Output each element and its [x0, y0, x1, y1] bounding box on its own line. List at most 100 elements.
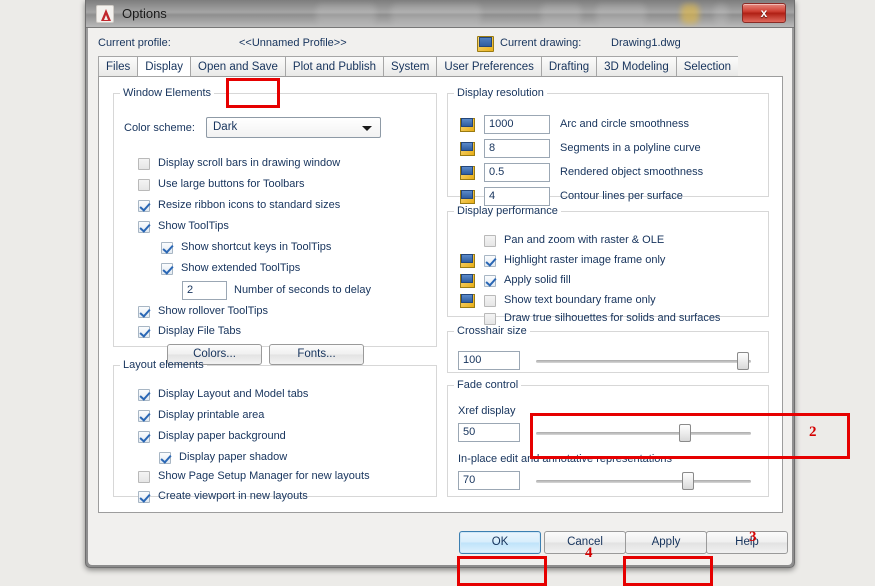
checkbox-show-page-setup-manager[interactable] [138, 471, 150, 483]
slider-thumb[interactable] [679, 424, 691, 442]
label-arc-circle-smoothness: Arc and circle smoothness [560, 118, 689, 130]
slider-thumb[interactable] [682, 472, 694, 490]
crosshair-size-legend: Crosshair size [457, 325, 527, 337]
label-polyline-segments: Segments in a polyline curve [560, 142, 701, 154]
inplace-edit-slider[interactable] [536, 472, 751, 490]
dialog-client-area: Current profile: <<Unnamed Profile>> Cur… [88, 28, 850, 586]
drawing-file-icon [460, 118, 475, 132]
checkbox-show-tooltips[interactable] [138, 221, 150, 233]
checkbox-highlight-raster-frame[interactable] [484, 255, 496, 267]
drawing-file-icon [460, 274, 475, 288]
contour-lines-input[interactable]: 4 [484, 187, 550, 206]
checkbox-use-large-buttons[interactable] [138, 179, 150, 191]
annotation-4: 4 [585, 545, 593, 561]
crosshair-size-group: Crosshair size 100 [447, 325, 769, 373]
checkbox-display-layout-model-tabs[interactable] [138, 389, 150, 401]
seconds-delay-input[interactable]: 2 [182, 281, 227, 300]
label-use-large-buttons: Use large buttons for Toolbars [158, 178, 305, 190]
help-button[interactable]: Help [706, 531, 788, 554]
options-dialog: Options x Current profile: <<Unnamed Pro… [85, 0, 850, 586]
annotation-box-display-tab [226, 78, 280, 108]
chevron-down-icon [362, 126, 372, 131]
tab-bar: Files Display Open and Save Plot and Pub… [98, 56, 792, 98]
xref-display-slider[interactable] [536, 424, 751, 442]
checkbox-draw-true-silhouettes[interactable] [484, 313, 496, 325]
display-tab-panel: Window Elements Color scheme: Dark Displ… [98, 76, 783, 513]
label-show-rollover-tooltips: Show rollover ToolTips [158, 305, 269, 317]
crosshair-size-input[interactable]: 100 [458, 351, 520, 370]
label-apply-solid-fill: Apply solid fill [504, 274, 571, 286]
slider-track [536, 432, 751, 435]
checkbox-display-printable-area[interactable] [138, 410, 150, 422]
color-scheme-select[interactable]: Dark [206, 117, 381, 138]
window-elements-group: Window Elements Color scheme: Dark Displ… [113, 87, 437, 365]
label-display-printable-area: Display printable area [158, 409, 265, 421]
titlebar-blur [541, 4, 581, 24]
current-profile-value: <<Unnamed Profile>> [239, 37, 347, 49]
drawing-file-icon [460, 142, 475, 156]
xref-display-input[interactable]: 50 [458, 423, 520, 442]
tab-display[interactable]: Display [137, 56, 190, 77]
label-display-file-tabs: Display File Tabs [158, 325, 241, 337]
tab-files[interactable]: Files [98, 56, 138, 77]
label-display-paper-background: Display paper background [158, 430, 286, 442]
fade-control-legend: Fade control [457, 379, 519, 391]
window-title: Options [122, 6, 167, 21]
label-draw-true-silhouettes: Draw true silhouettes for solids and sur… [504, 312, 721, 324]
color-scheme-label: Color scheme: [124, 122, 195, 134]
current-drawing-value: Drawing1.dwg [611, 37, 681, 49]
annotation-box-apply-button [623, 556, 713, 586]
crosshair-size-slider[interactable] [536, 352, 751, 370]
color-scheme-value: Dark [213, 121, 238, 133]
checkbox-show-text-boundary-frame[interactable] [484, 295, 496, 307]
checkbox-apply-solid-fill[interactable] [484, 275, 496, 287]
titlebar-blur [316, 4, 376, 24]
label-highlight-raster-frame: Highlight raster image frame only [504, 254, 666, 266]
ok-button[interactable]: OK [459, 531, 541, 554]
checkbox-show-extended-tooltips[interactable] [161, 263, 173, 275]
rendered-object-smoothness-input[interactable]: 0.5 [484, 163, 550, 182]
checkbox-display-paper-shadow[interactable] [159, 452, 171, 464]
label-show-text-boundary-frame: Show text boundary frame only [504, 294, 656, 306]
layout-elements-legend: Layout elements [123, 359, 204, 371]
drawing-file-icon [460, 254, 475, 268]
tab-drafting[interactable]: Drafting [540, 56, 597, 77]
tab-plot-and-publish[interactable]: Plot and Publish [284, 56, 384, 77]
label-xref-display: Xref display [458, 405, 516, 417]
autocad-logo-icon [96, 5, 114, 23]
tab-user-preferences[interactable]: User Preferences [436, 56, 541, 77]
label-display-scroll-bars: Display scroll bars in drawing window [158, 157, 341, 169]
close-icon[interactable]: x [742, 3, 786, 23]
layout-elements-group: Layout elements Display Layout and Model… [113, 359, 437, 503]
checkbox-display-file-tabs[interactable] [138, 326, 150, 338]
checkbox-create-viewport[interactable] [138, 491, 150, 503]
checkbox-resize-ribbon-icons[interactable] [138, 200, 150, 212]
checkbox-show-shortcut-keys[interactable] [161, 242, 173, 254]
checkbox-display-paper-background[interactable] [138, 431, 150, 443]
annotation-3: 3 [749, 529, 757, 545]
label-show-page-setup-manager: Show Page Setup Manager for new layouts [158, 470, 370, 482]
inplace-edit-input[interactable]: 70 [458, 471, 520, 490]
arc-circle-smoothness-input[interactable]: 1000 [484, 115, 550, 134]
label-display-layout-model-tabs: Display Layout and Model tabs [158, 388, 309, 400]
checkbox-show-rollover-tooltips[interactable] [138, 306, 150, 318]
label-display-paper-shadow: Display paper shadow [179, 451, 288, 463]
current-profile-label: Current profile: [98, 37, 171, 49]
drawing-file-icon [477, 36, 494, 52]
tab-open-and-save[interactable]: Open and Save [190, 56, 285, 77]
polyline-segments-input[interactable]: 8 [484, 139, 550, 158]
titlebar-blur [681, 4, 699, 24]
tab-system[interactable]: System [383, 56, 437, 77]
tab-selection[interactable]: Selection [675, 56, 739, 77]
slider-track [536, 360, 751, 363]
checkbox-display-scroll-bars[interactable] [138, 158, 150, 170]
label-contour-lines: Contour lines per surface [560, 190, 683, 202]
checkbox-pan-zoom-raster-ole[interactable] [484, 235, 496, 247]
apply-button[interactable]: Apply [625, 531, 707, 554]
display-resolution-legend: Display resolution [457, 87, 544, 99]
slider-thumb[interactable] [737, 352, 749, 370]
display-performance-legend: Display performance [457, 205, 558, 217]
window-elements-legend: Window Elements [123, 87, 212, 99]
tab-3d-modeling[interactable]: 3D Modeling [596, 56, 676, 77]
label-resize-ribbon-icons: Resize ribbon icons to standard sizes [158, 199, 341, 211]
